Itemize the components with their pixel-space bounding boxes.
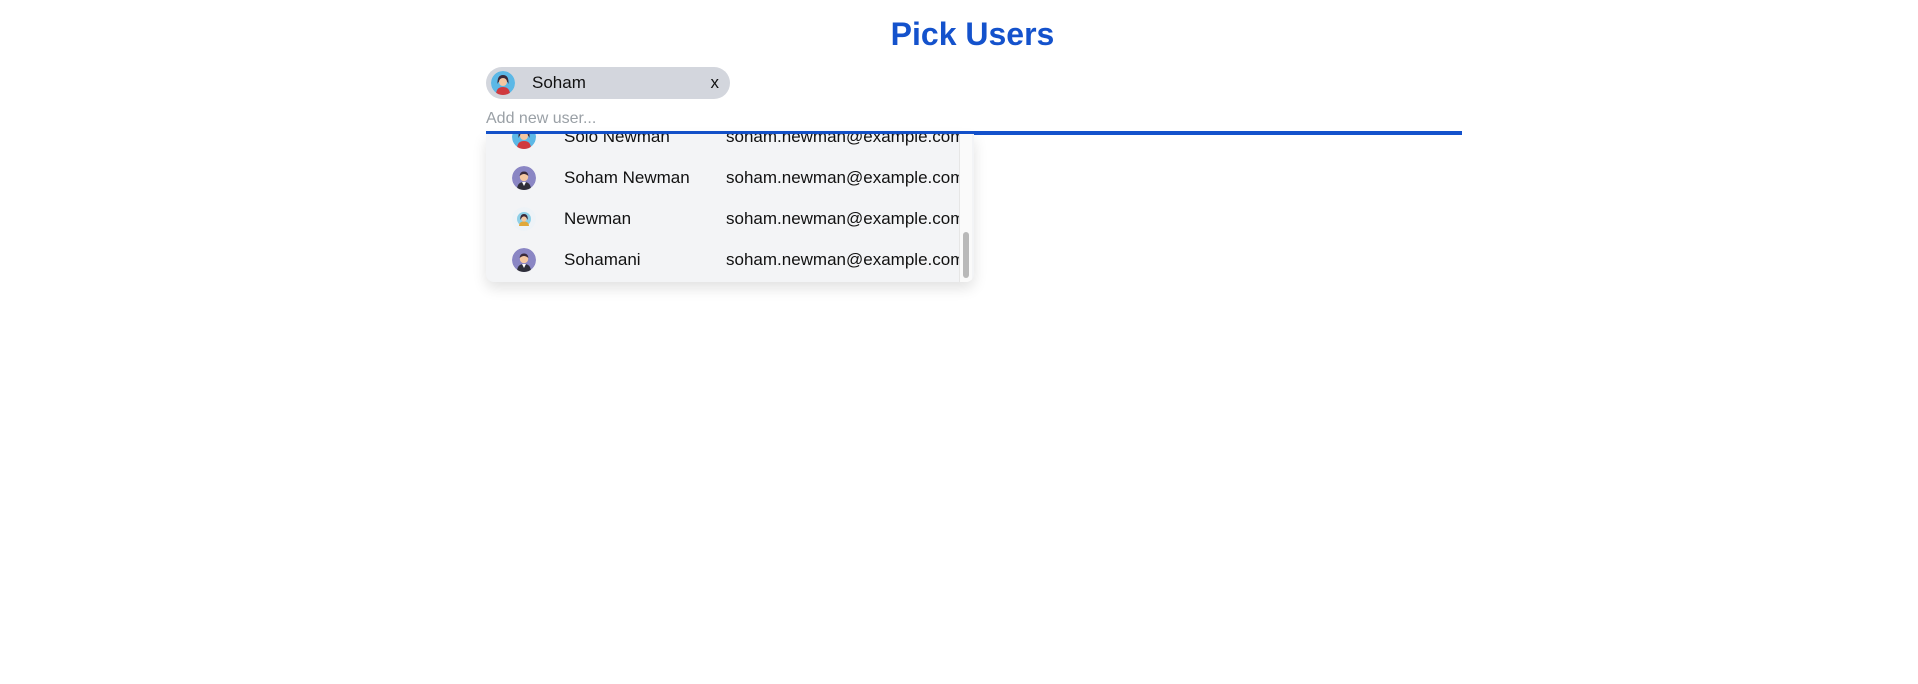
suggestion-item[interactable]: Sohamani soham.newman@example.com — [486, 239, 964, 280]
user-suggestions-dropdown: Solo Newman soham.newman@example.com Soh… — [486, 134, 974, 282]
suggestion-item[interactable]: Solo Newman soham.newman@example.com — [486, 134, 964, 157]
dropdown-scrollbar[interactable] — [959, 134, 972, 282]
man-avatar-icon — [512, 247, 536, 272]
chip-remove-button[interactable]: x — [711, 73, 720, 93]
suggestion-item[interactable]: Soham Newman soham.newman@example.com — [486, 157, 964, 198]
selected-user-chip[interactable]: Soham x — [486, 67, 730, 99]
suggestion-item[interactable]: Newman soham.newman@example.com — [486, 198, 964, 239]
suggestion-name: Newman — [564, 208, 632, 228]
chip-label: Soham — [532, 73, 586, 92]
woman-avatar-icon — [512, 134, 536, 149]
scrollbar-thumb[interactable] — [963, 232, 969, 278]
suggestion-name: Sohamani — [564, 249, 641, 269]
add-user-input[interactable] — [486, 109, 1462, 135]
woman-avatar-icon — [491, 71, 515, 95]
user-picker: Soham x — [486, 67, 1462, 135]
suggestion-name: Solo Newman — [564, 134, 670, 146]
suggestion-email: soham.newman@example.com — [726, 134, 965, 146]
suggestion-email: soham.newman@example.com — [726, 249, 965, 269]
page-title: Pick Users — [890, 16, 1055, 52]
suggestion-name: Soham Newman — [564, 167, 690, 187]
man-avatar-icon — [512, 165, 536, 190]
suggestion-email: soham.newman@example.com — [726, 167, 965, 187]
woman-avatar-icon — [512, 206, 536, 231]
suggestion-email: soham.newman@example.com — [726, 208, 965, 228]
